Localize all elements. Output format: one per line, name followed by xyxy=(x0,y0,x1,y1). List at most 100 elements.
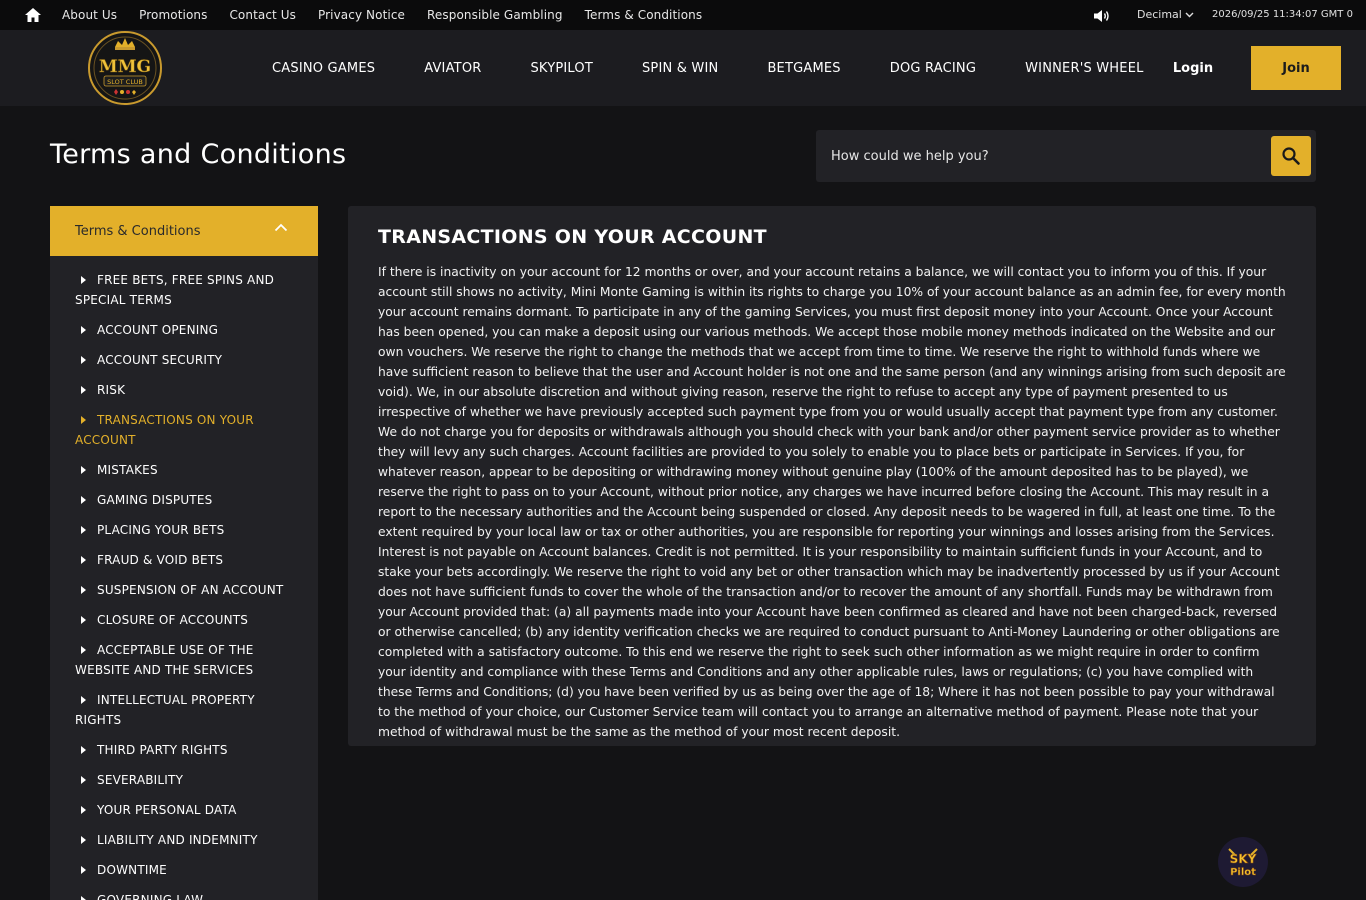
odds-format-value: Decimal xyxy=(1137,8,1182,21)
main-nav: CASINO GAMES AVIATOR SKYPILOT SPIN & WIN… xyxy=(272,30,1144,106)
caret-right-icon xyxy=(81,416,86,424)
nav-skypilot[interactable]: SKYPILOT xyxy=(530,61,592,76)
caret-right-icon xyxy=(81,776,86,784)
sidebar-item[interactable]: CLOSURE OF ACCOUNTS xyxy=(75,610,300,630)
sidebar-item-label: ACCOUNT OPENING xyxy=(97,323,219,337)
sidebar-item-label: INTELLECTUAL PROPERTY RIGHTS xyxy=(75,693,255,727)
top-utility-bar: About Us Promotions Contact Us Privacy N… xyxy=(0,0,1366,30)
skypilot-floating-badge[interactable]: SKY Pilot xyxy=(1217,836,1269,888)
caret-right-icon xyxy=(81,556,86,564)
home-icon[interactable] xyxy=(24,7,42,23)
caret-right-icon xyxy=(81,696,86,704)
chevron-down-icon xyxy=(1185,12,1194,17)
sidebar-item[interactable]: FREE BETS, FREE SPINS AND SPECIAL TERMS xyxy=(75,270,300,310)
main-header: MMG SLOT CLUB CASINO GAMES AVIATOR SKYPI… xyxy=(0,30,1366,106)
nav-aviator[interactable]: AVIATOR xyxy=(424,61,481,76)
sidebar-item[interactable]: THIRD PARTY RIGHTS xyxy=(75,740,300,760)
sidebar-item[interactable]: GAMING DISPUTES xyxy=(75,490,300,510)
sidebar-item[interactable]: ACCOUNT OPENING xyxy=(75,320,300,340)
caret-right-icon xyxy=(81,466,86,474)
sidebar-item-label: LIABILITY AND INDEMNITY xyxy=(97,833,258,847)
sidebar-item[interactable]: TRANSACTIONS ON YOUR ACCOUNT xyxy=(75,410,300,450)
nav-casino-games[interactable]: CASINO GAMES xyxy=(272,61,375,76)
caret-right-icon xyxy=(81,896,86,900)
sidebar-item-label: SEVERABILITY xyxy=(97,773,184,787)
page-title: Terms and Conditions xyxy=(50,139,347,170)
caret-right-icon xyxy=(81,746,86,754)
sidebar-item-label: SUSPENSION OF AN ACCOUNT xyxy=(97,583,284,597)
search-icon xyxy=(1282,147,1300,165)
logo-text: MMG xyxy=(99,57,151,77)
sidebar-item-label: ACCEPTABLE USE OF THE WEBSITE AND THE SE… xyxy=(75,643,254,677)
nav-betgames[interactable]: BETGAMES xyxy=(767,61,840,76)
sidebar-item[interactable]: DOWNTIME xyxy=(75,860,300,880)
top-link-terms-conditions[interactable]: Terms & Conditions xyxy=(585,8,703,22)
sidebar-item-label: GAMING DISPUTES xyxy=(97,493,213,507)
nav-spin-and-win[interactable]: SPIN & WIN xyxy=(642,61,718,76)
caret-right-icon xyxy=(81,356,86,364)
sidebar-heading: Terms & Conditions xyxy=(75,223,201,239)
sidebar-item[interactable]: RISK xyxy=(75,380,300,400)
caret-right-icon xyxy=(81,836,86,844)
site-logo[interactable]: MMG SLOT CLUB xyxy=(87,30,163,106)
sidebar-item-label: TRANSACTIONS ON YOUR ACCOUNT xyxy=(75,413,254,447)
sidebar-list: FREE BETS, FREE SPINS AND SPECIAL TERMS A… xyxy=(50,256,318,900)
article-panel: TRANSACTIONS ON YOUR ACCOUNT If there is… xyxy=(348,206,1316,746)
sidebar-item-label: CLOSURE OF ACCOUNTS xyxy=(97,613,249,627)
caret-right-icon xyxy=(81,616,86,624)
caret-right-icon xyxy=(81,276,86,284)
help-search xyxy=(816,130,1316,182)
sidebar-item[interactable]: YOUR PERSONAL DATA xyxy=(75,800,300,820)
caret-right-icon xyxy=(81,386,86,394)
sidebar-item[interactable]: MISTAKES xyxy=(75,460,300,480)
sidebar-item[interactable]: ACCEPTABLE USE OF THE WEBSITE AND THE SE… xyxy=(75,640,300,680)
nav-dog-racing[interactable]: DOG RACING xyxy=(890,61,976,76)
sidebar-item-label: GOVERNING LAW xyxy=(97,893,204,900)
sidebar-item[interactable]: ACCOUNT SECURITY xyxy=(75,350,300,370)
sidebar-item[interactable]: SEVERABILITY xyxy=(75,770,300,790)
nav-winners-wheel[interactable]: WINNER'S WHEEL xyxy=(1025,61,1143,76)
top-link-responsible-gambling[interactable]: Responsible Gambling xyxy=(427,8,563,22)
sidebar-item[interactable]: INTELLECTUAL PROPERTY RIGHTS xyxy=(75,690,300,730)
caret-right-icon xyxy=(81,806,86,814)
sidebar-item[interactable]: GOVERNING LAW xyxy=(75,890,300,900)
sidebar-item-label: FRAUD & VOID BETS xyxy=(97,553,224,567)
sidebar-item-label: RISK xyxy=(97,383,126,397)
caret-right-icon xyxy=(81,866,86,874)
caret-right-icon xyxy=(81,326,86,334)
badge-text-sky: SKY xyxy=(1230,852,1257,866)
sidebar-item-label: THIRD PARTY RIGHTS xyxy=(97,743,228,757)
speaker-icon[interactable] xyxy=(1093,8,1111,22)
logo-subtext: SLOT CLUB xyxy=(107,78,143,86)
top-link-promotions[interactable]: Promotions xyxy=(139,8,207,22)
sidebar-item[interactable]: LIABILITY AND INDEMNITY xyxy=(75,830,300,850)
top-link-about-us[interactable]: About Us xyxy=(62,8,117,22)
terms-sidebar: Terms & Conditions FREE BETS, FREE SPINS… xyxy=(50,206,318,900)
top-link-contact-us[interactable]: Contact Us xyxy=(229,8,296,22)
caret-right-icon xyxy=(81,646,86,654)
sidebar-item-label: YOUR PERSONAL DATA xyxy=(97,803,237,817)
sidebar-item-label: ACCOUNT SECURITY xyxy=(97,353,223,367)
sidebar-item-label: FREE BETS, FREE SPINS AND SPECIAL TERMS xyxy=(75,273,275,307)
sidebar-item-label: MISTAKES xyxy=(97,463,158,477)
sidebar-item[interactable]: PLACING YOUR BETS xyxy=(75,520,300,540)
search-button[interactable] xyxy=(1271,136,1311,176)
login-button[interactable]: Login xyxy=(1168,46,1218,90)
sidebar-item[interactable]: FRAUD & VOID BETS xyxy=(75,550,300,570)
sidebar-item-label: PLACING YOUR BETS xyxy=(97,523,225,537)
sidebar-header[interactable]: Terms & Conditions xyxy=(50,206,318,256)
caret-right-icon xyxy=(81,526,86,534)
odds-format-select[interactable]: Decimal xyxy=(1137,8,1194,21)
sidebar-item-label: DOWNTIME xyxy=(97,863,167,877)
chevron-up-icon xyxy=(274,223,288,232)
caret-right-icon xyxy=(81,586,86,594)
top-link-privacy-notice[interactable]: Privacy Notice xyxy=(318,8,405,22)
badge-text-pilot: Pilot xyxy=(1230,867,1256,878)
article-body: If there is inactivity on your account f… xyxy=(378,265,1286,739)
join-button[interactable]: Join xyxy=(1251,46,1341,90)
article-heading: TRANSACTIONS ON YOUR ACCOUNT xyxy=(378,226,767,248)
top-links: About Us Promotions Contact Us Privacy N… xyxy=(62,0,724,30)
sidebar-item[interactable]: SUSPENSION OF AN ACCOUNT xyxy=(75,580,300,600)
search-input[interactable] xyxy=(816,130,1266,182)
caret-right-icon xyxy=(81,496,86,504)
